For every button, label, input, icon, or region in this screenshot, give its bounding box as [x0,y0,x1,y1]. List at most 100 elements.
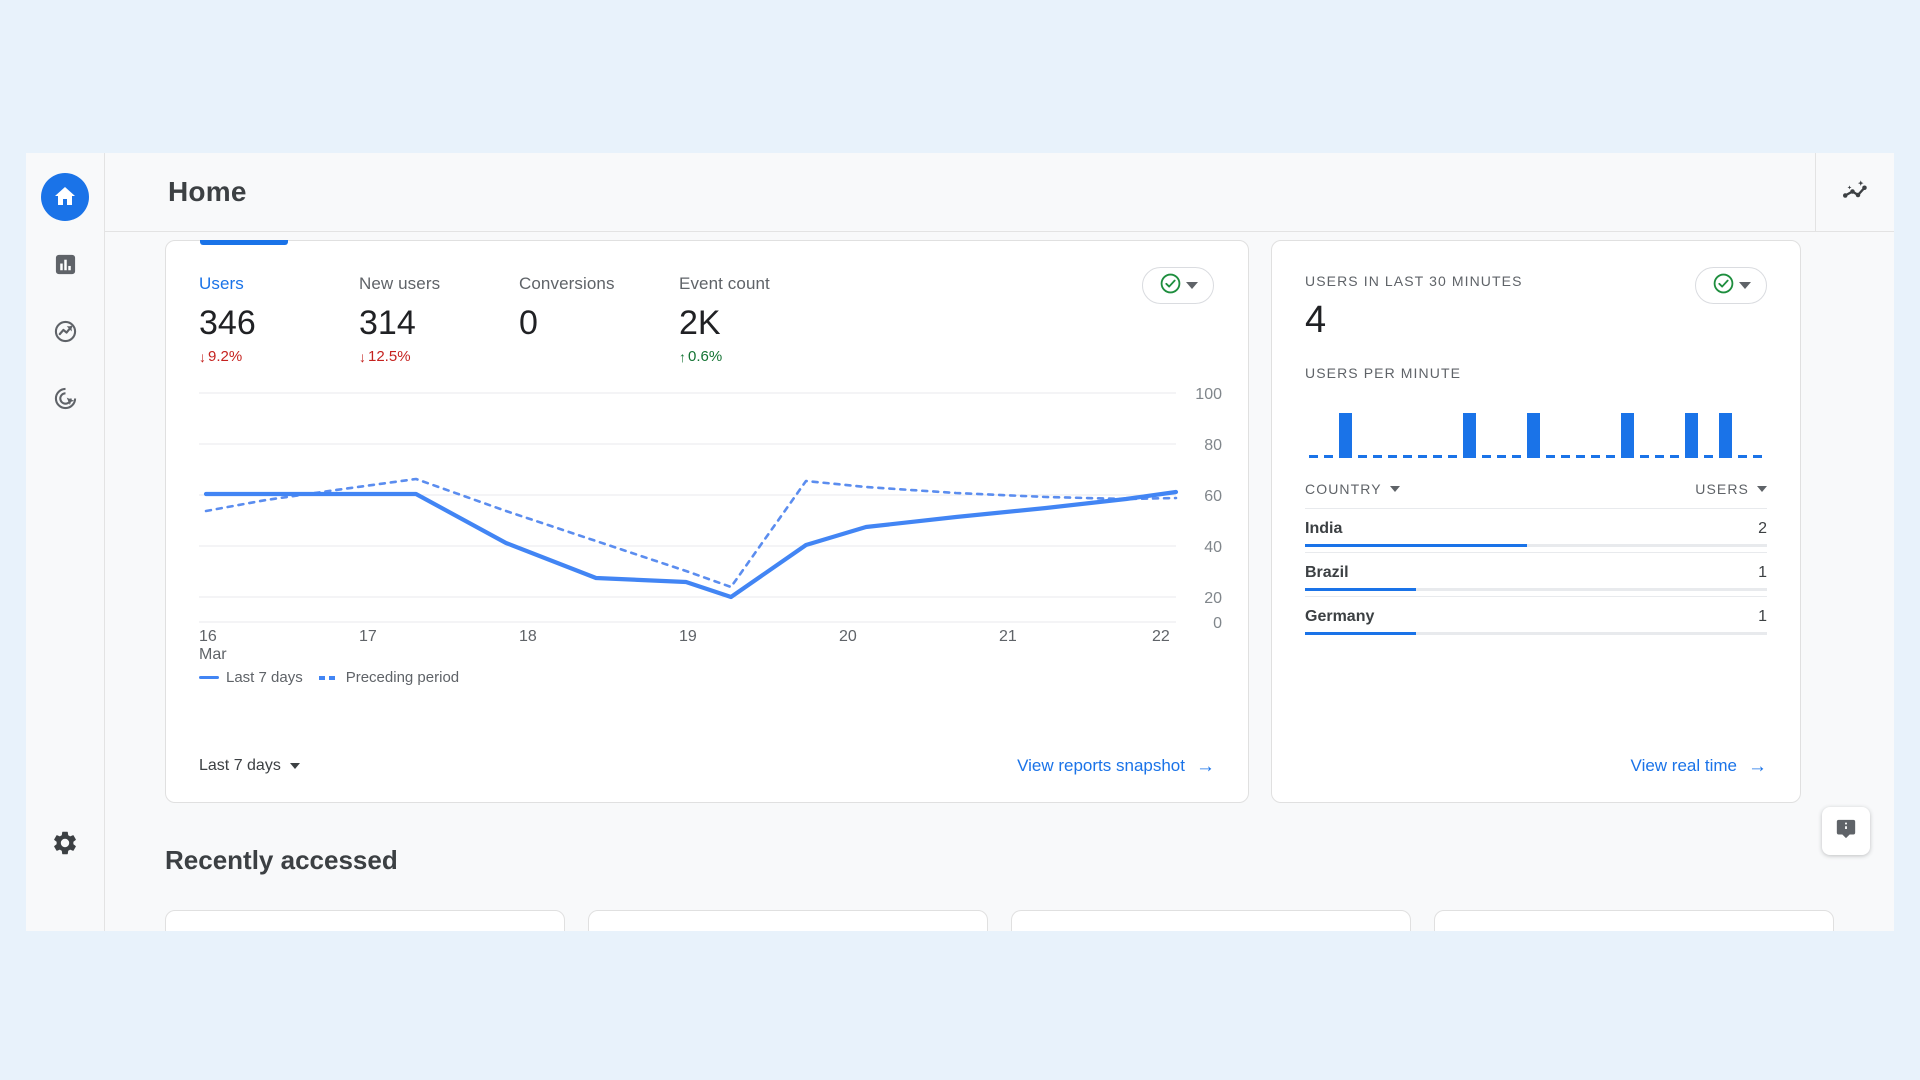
metric-label[interactable]: Users [199,274,359,294]
svg-text:Mar: Mar [199,646,227,663]
check-circle-icon [1712,272,1735,300]
arrow-right-icon: → [1748,755,1767,777]
metric-label[interactable]: Conversions [519,274,679,294]
realtime-status-chip[interactable] [1695,267,1767,304]
metric-delta: ↓ 12.5% [359,348,519,365]
users-per-minute-chart [1309,413,1762,458]
svg-text:60: 60 [1204,488,1222,505]
arrow-down-icon: ↓ [359,348,366,365]
sidebar-item-reports[interactable] [41,240,89,288]
chevron-down-icon[interactable] [1185,282,1198,289]
metric-event-count[interactable]: Event count 2K ↑ 0.6% [679,274,839,365]
sidebar-item-explore[interactable] [41,307,89,355]
insights-button[interactable] [1815,153,1894,231]
table-row[interactable]: India 2 [1305,508,1767,552]
country-bar-track [1305,632,1767,635]
svg-text:17: 17 [359,628,377,645]
svg-text:19: 19 [679,628,697,645]
metric-value: 2K [679,304,721,342]
table-row-content: India 2 [1305,520,1767,538]
recently-accessed-row [165,910,1834,931]
arrow-up-icon: ↑ [679,348,686,365]
column-header-users[interactable]: USERS [1695,481,1767,497]
metric-conversions[interactable]: Conversions 0 [519,274,679,343]
country-name: India [1305,520,1343,537]
metric-delta-value: 12.5% [368,348,411,365]
chevron-down-icon [289,763,300,769]
country-user-count: 1 [1758,564,1767,581]
table-row[interactable]: Germany 1 [1305,596,1767,640]
overview-card-footer: Last 7 days View reports snapshot → [166,730,1248,802]
link-label: View reports snapshot [1017,756,1185,775]
metric-value: 346 [199,304,256,342]
sidebar-item-settings[interactable] [41,821,89,869]
sidebar-item-advertising[interactable] [41,374,89,422]
legend-solid-swatch [199,676,219,679]
column-header-country[interactable]: COUNTRY [1305,481,1400,497]
country-bar-fill [1305,588,1416,591]
svg-text:20: 20 [1204,590,1222,607]
metric-new-users[interactable]: New users 314 ↓ 12.5% [359,274,519,365]
recent-card[interactable] [1434,910,1834,931]
metric-delta-value: 9.2% [208,348,243,365]
country-table: COUNTRY USERS India 2 Brazil 1 Germany 1 [1272,481,1800,640]
sidebar-item-home[interactable] [41,173,89,221]
realtime-user-count: 4 [1305,299,1327,341]
country-bar-track [1305,588,1767,591]
arrow-down-icon: ↓ [199,348,206,365]
country-bar-track [1305,544,1767,547]
country-bar-fill [1305,632,1416,635]
svg-text:20: 20 [839,628,857,645]
metric-value: 314 [359,304,416,342]
users-line-chart: 100 80 60 40 20 0 16 17 18 19 20 21 22 M… [166,375,1248,675]
overview-status-chip[interactable] [1142,267,1214,304]
country-name: Brazil [1305,564,1349,581]
home-icon [53,185,77,209]
svg-text:100: 100 [1195,386,1222,403]
metric-label[interactable]: Event count [679,274,839,294]
date-range-label: Last 7 days [199,757,281,774]
view-reports-snapshot-link[interactable]: View reports snapshot → [1017,756,1215,776]
chevron-down-icon [1389,486,1400,492]
column-label: COUNTRY [1305,481,1382,497]
page-title: Home [168,176,247,207]
realtime-card: USERS IN LAST 30 MINUTES 4 USERS PER MIN… [1271,240,1801,803]
explore-trend-icon [53,319,78,344]
metric-delta: ↑ 0.6% [679,348,839,365]
overview-card: Users 346 ↓ 9.2% New users 314 ↓ 12.5% C… [165,240,1249,803]
country-bar-fill [1305,544,1527,547]
check-circle-icon [1159,272,1182,300]
metric-delta: ↓ 9.2% [199,348,359,365]
svg-text:40: 40 [1204,539,1222,556]
chevron-down-icon[interactable] [1738,282,1751,289]
app-header: Home [105,153,1894,232]
realtime-header: USERS IN LAST 30 MINUTES 4 USERS PER MIN… [1272,241,1800,381]
recent-card[interactable] [588,910,988,931]
recent-card[interactable] [165,910,565,931]
metric-label[interactable]: New users [359,274,519,294]
recent-card[interactable] [1011,910,1411,931]
link-label: View real time [1630,756,1737,775]
metrics-row: Users 346 ↓ 9.2% New users 314 ↓ 12.5% C… [166,241,1248,365]
metric-delta-value: 0.6% [688,348,723,365]
metric-value: 0 [519,304,538,342]
recently-accessed-title: Recently accessed [165,845,398,875]
country-user-count: 2 [1758,520,1767,537]
bar-chart-icon [54,253,77,276]
feedback-icon [1835,818,1857,845]
cards-row: Users 346 ↓ 9.2% New users 314 ↓ 12.5% C… [165,232,1834,803]
arrow-right-icon: → [1196,755,1215,777]
realtime-card-footer: View real time → [1272,730,1800,802]
feedback-button[interactable] [1822,807,1870,855]
metric-users[interactable]: Users 346 ↓ 9.2% [199,274,359,365]
country-user-count: 1 [1758,608,1767,625]
users-per-minute-caption: USERS PER MINUTE [1305,365,1462,381]
chevron-down-icon [1757,486,1767,492]
table-row[interactable]: Brazil 1 [1305,552,1767,596]
table-row-content: Germany 1 [1305,608,1767,626]
date-range-select[interactable]: Last 7 days [199,757,300,775]
country-name: Germany [1305,608,1375,625]
view-real-time-link[interactable]: View real time → [1631,756,1767,776]
advertising-target-icon [53,386,78,411]
svg-text:80: 80 [1204,437,1222,454]
